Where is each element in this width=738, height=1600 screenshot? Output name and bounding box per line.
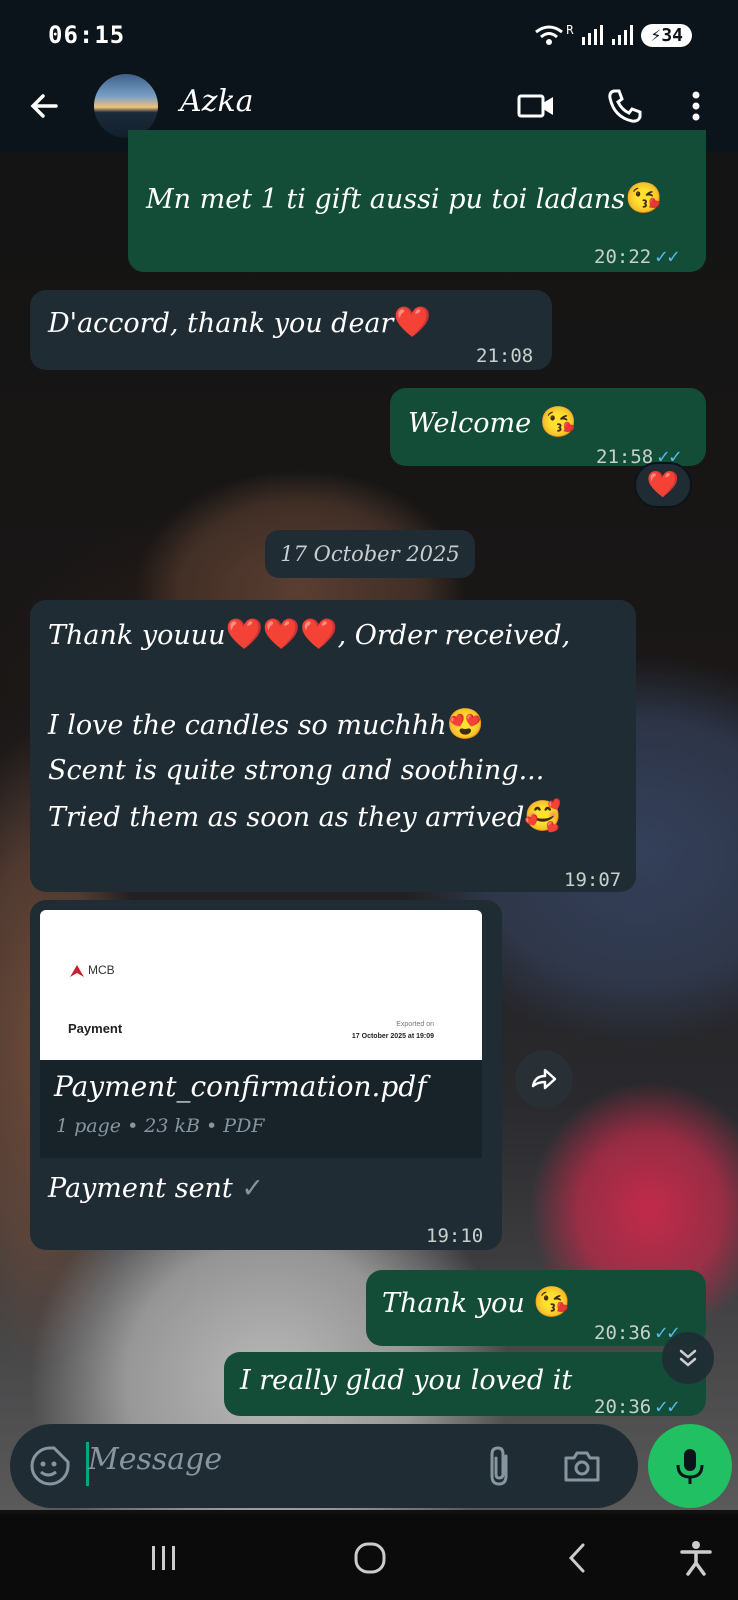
- emoji: ❤️❤️❤️: [225, 617, 338, 652]
- message-text-body: , Order received,: [337, 620, 571, 651]
- video-call-icon[interactable]: [516, 86, 556, 126]
- message-text-body: D'accord, thank you dear: [48, 308, 394, 339]
- signal-icon: [582, 25, 604, 45]
- status-icons: R ⚡34: [534, 23, 692, 47]
- home-icon[interactable]: [348, 1536, 392, 1580]
- emoji: 😍: [446, 707, 485, 742]
- reaction-badge[interactable]: ❤️: [634, 462, 692, 508]
- message-text-body: I love the candles so muchhh: [48, 710, 447, 741]
- mic-icon: [676, 1449, 704, 1484]
- message-outgoing[interactable]: I really glad you loved it 20:36 ✓✓: [224, 1352, 706, 1418]
- camera-icon[interactable]: [560, 1444, 604, 1488]
- attach-icon[interactable]: [482, 1444, 518, 1488]
- message-time: 20:36 ✓✓: [594, 1384, 679, 1430]
- avatar[interactable]: [94, 74, 158, 138]
- battery-level: 34: [661, 24, 683, 46]
- message-text: Mn met 1 ti gift aussi pu toi ladans😘: [146, 176, 663, 222]
- system-nav-bar: [0, 1514, 738, 1600]
- bank-name: MCB: [88, 963, 115, 977]
- message-line: Thank youuu❤️❤️❤️, Order received,: [48, 612, 570, 658]
- message-outgoing[interactable]: Mn met 1 ti gift aussi pu toi ladans😘 20…: [128, 130, 706, 272]
- message-document[interactable]: MCB Payment Exported on 17 October 2025 …: [30, 900, 502, 1250]
- scroll-down-icon: [679, 1349, 697, 1367]
- message-text-body: Thank youuu: [48, 620, 226, 651]
- check-mark-icon: ✓: [241, 1173, 264, 1204]
- caption-text: Payment sent: [48, 1173, 233, 1204]
- message-incoming[interactable]: D'accord, thank you dear❤️ 21:08: [30, 290, 552, 370]
- sticker-icon[interactable]: [28, 1444, 72, 1488]
- message-text-body: Mn met 1 ti gift aussi pu toi ladans: [146, 184, 626, 215]
- emoji: 😘: [533, 1285, 571, 1320]
- emoji: ❤️: [393, 305, 431, 340]
- nav-back-icon[interactable]: [556, 1536, 600, 1580]
- battery-bolt-icon: ⚡: [650, 24, 662, 46]
- document-caption: Payment sent ✓: [48, 1166, 264, 1211]
- document-preview-title: Payment: [68, 1021, 123, 1036]
- battery-indicator: ⚡34: [641, 23, 692, 47]
- document-preview-exported-date: 17 October 2025 at 19:09: [351, 1033, 434, 1040]
- emoji: 🥰: [524, 799, 562, 834]
- back-arrow-icon[interactable]: [26, 88, 62, 124]
- message-text: Welcome 😘: [408, 400, 577, 446]
- message-incoming[interactable]: Thank youuu❤️❤️❤️, Order received, I lov…: [30, 600, 636, 892]
- read-ticks-icon: ✓✓: [655, 244, 680, 268]
- recent-apps-icon[interactable]: [142, 1536, 186, 1580]
- accessibility-icon[interactable]: [674, 1536, 718, 1580]
- message-text-body: Thank you: [382, 1288, 525, 1319]
- document-filename: Payment_confirmation.pdf: [54, 1070, 427, 1103]
- status-bar: 06:15 R ⚡34: [0, 0, 738, 70]
- message-text: Thank you 😘: [382, 1280, 571, 1326]
- message-line: Tried them as soon as they arrived🥰: [48, 794, 562, 840]
- bank-logo-icon: [70, 964, 84, 977]
- message-line: Scent is quite strong and soothing...: [48, 755, 545, 786]
- contact-name[interactable]: Azka: [180, 84, 254, 119]
- message-time-text: 20:36: [594, 1396, 652, 1418]
- document-preview[interactable]: MCB Payment Exported on 17 October 2025 …: [40, 910, 482, 1079]
- message-text-body: Welcome: [408, 408, 532, 439]
- read-ticks-icon: ✓✓: [655, 1394, 680, 1418]
- message-line: I love the candles so muchhh😍: [48, 702, 484, 748]
- document-info[interactable]: Payment_confirmation.pdf 1 page • 23 kB …: [40, 1060, 482, 1158]
- forward-icon: [531, 1068, 557, 1090]
- message-time: 19:10: [426, 1225, 484, 1247]
- bank-logo: MCB: [68, 948, 115, 993]
- forward-button[interactable]: [515, 1050, 573, 1108]
- scroll-down-button[interactable]: [662, 1332, 714, 1384]
- wifi-icon: [535, 25, 564, 45]
- message-outgoing[interactable]: Welcome 😘 21:58 ✓✓: [390, 388, 706, 468]
- message-time: 19:07: [564, 869, 622, 891]
- document-meta: 1 page • 23 kB • PDF: [56, 1115, 265, 1137]
- message-composer: Message: [10, 1424, 638, 1508]
- emoji: 😘: [539, 405, 578, 440]
- message-time-text: 20:22: [594, 246, 652, 268]
- emoji: 😘: [625, 181, 663, 216]
- more-vert-icon[interactable]: [676, 86, 716, 126]
- signal-icon-2: [612, 25, 634, 45]
- mic-button[interactable]: [648, 1424, 732, 1508]
- message-time-text: 20:36: [594, 1322, 652, 1344]
- message-text: D'accord, thank you dear❤️: [48, 300, 431, 346]
- message-text-body: Tried them as soon as they arrived: [48, 802, 525, 833]
- message-outgoing[interactable]: Thank you 😘 20:36 ✓✓: [366, 1270, 706, 1346]
- message-time: 20:22 ✓✓: [594, 234, 679, 280]
- status-time: 06:15: [48, 21, 126, 49]
- message-input[interactable]: Message: [88, 1442, 222, 1477]
- message-text: I really glad you loved it: [240, 1365, 573, 1396]
- message-time: 21:08: [476, 345, 534, 367]
- date-separator: 17 October 2025: [265, 530, 475, 578]
- phone-icon[interactable]: [604, 86, 644, 126]
- roaming-indicator: R: [566, 23, 574, 37]
